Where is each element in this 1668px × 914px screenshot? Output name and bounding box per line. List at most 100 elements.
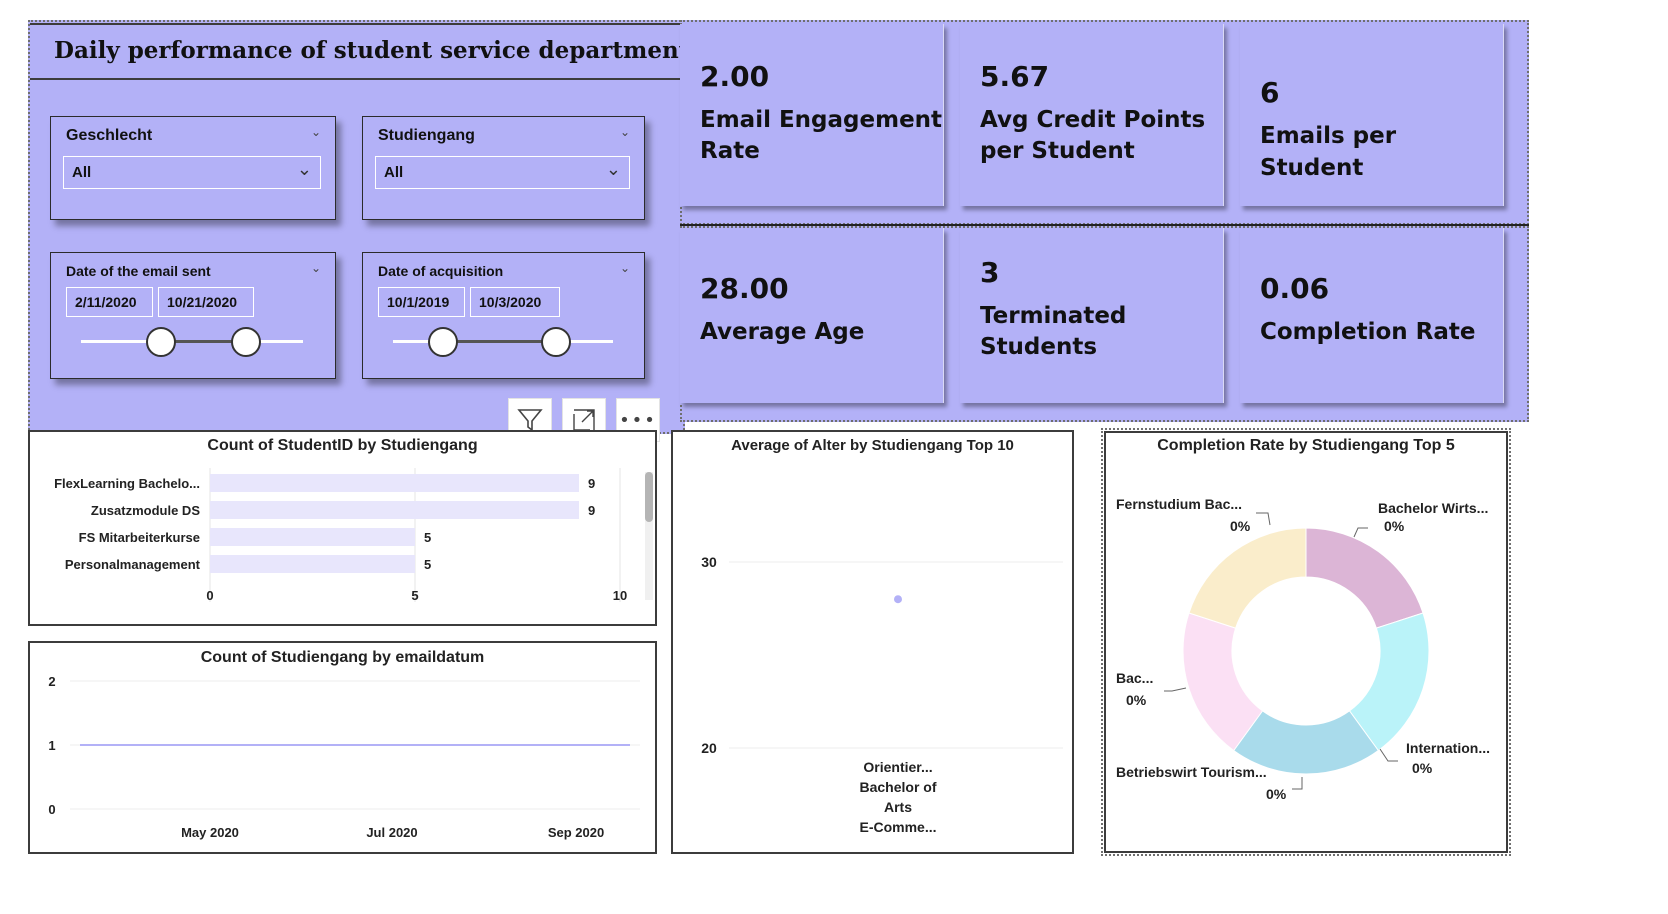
- page-title: Daily performance of student service dep…: [54, 37, 690, 64]
- donut-slice: [1188, 527, 1307, 629]
- x-tick-label: May 2020: [181, 825, 239, 840]
- slice-value-label: 0%: [1126, 692, 1147, 708]
- kpi-label: Completion Rate: [1260, 319, 1476, 345]
- x-tick-label: Arts: [884, 799, 912, 815]
- kpi-card-avg-credit: 5.67 Avg Credit Points per Student: [960, 24, 1224, 206]
- kpi-label: per Student: [980, 138, 1135, 164]
- kpi-value: 6: [1260, 76, 1280, 109]
- bar: [210, 555, 415, 573]
- chevron-down-icon: ⌄: [605, 159, 621, 180]
- acquisition-date-end-input[interactable]: 10/3/2020: [470, 287, 560, 317]
- kpi-value: 3: [980, 256, 1000, 289]
- donut-chart-panel[interactable]: Completion Rate by Studiengang Top 5 Bac…: [1104, 431, 1508, 853]
- geschlecht-dropdown[interactable]: All ⌄: [63, 156, 321, 189]
- bar-chart: 0 5 10 FlexLearning Bachelo... 9 Zusatzmodule…: [54, 468, 627, 603]
- y-tick-label: 1: [48, 738, 55, 753]
- y-tick-label: 0: [48, 802, 55, 817]
- chevron-down-icon[interactable]: ⌄: [620, 125, 630, 139]
- slicer-studiengang-label: Studiengang: [378, 127, 475, 144]
- kpi-value: 5.67: [980, 60, 1050, 93]
- y-tick-label: 20: [701, 740, 717, 756]
- data-label: 9: [588, 476, 595, 491]
- kpi-label: Terminated: [980, 303, 1127, 329]
- slicer-acquisition-date: Date of acquisition ⌄ 10/1/2019 10/3/202…: [362, 252, 645, 379]
- chevron-down-icon: ⌄: [296, 159, 312, 180]
- leader-line: [1379, 748, 1398, 762]
- chevron-down-icon[interactable]: ⌄: [311, 261, 321, 275]
- bar: [210, 528, 415, 546]
- kpi-label: Students: [980, 334, 1098, 360]
- slicer-email-date: Date of the email sent ⌄ 2/11/2020 10/21…: [50, 252, 336, 379]
- more-options-icon: •••: [619, 409, 657, 431]
- line-chart: 0 1 2 May 2020 Jul 2020 Sep 2020: [48, 674, 640, 840]
- slicer-acquisition-date-label: Date of acquisition: [378, 263, 504, 279]
- slice-label: Internation...: [1406, 740, 1490, 756]
- kpi-card-average-age: 28.00 Average Age: [680, 228, 944, 403]
- email-date-start-handle[interactable]: [146, 327, 176, 357]
- slicer-geschlecht-label: Geschlecht: [66, 127, 153, 144]
- slice-label: Fernstudium Bac...: [1116, 496, 1242, 512]
- email-date-end-input[interactable]: 10/21/2020: [158, 287, 254, 317]
- donut-chart: Bachelor Wirts... 0% Internation... 0% Betri…: [1116, 496, 1490, 802]
- kpi-label: Emails per Student: [1260, 123, 1397, 181]
- category-label: Zusatzmodule DS: [91, 503, 200, 518]
- slice-value-label: 0%: [1412, 760, 1433, 776]
- studiengang-dropdown-value: All: [384, 164, 404, 181]
- slice-value-label: 0%: [1230, 518, 1251, 534]
- page-title-bar: Daily performance of student service dep…: [30, 23, 689, 80]
- x-tick-label: 5: [411, 588, 418, 603]
- chevron-down-icon[interactable]: ⌄: [311, 125, 321, 139]
- email-date-end-handle[interactable]: [231, 327, 261, 357]
- kpi-value: 28.00: [700, 272, 789, 305]
- studiengang-dropdown[interactable]: All ⌄: [375, 156, 630, 189]
- chart-scrollbar-thumb[interactable]: [645, 472, 653, 522]
- kpi-card-completion-rate: 0.06 Completion Rate: [1240, 228, 1504, 403]
- bar: [210, 474, 579, 492]
- line-chart-panel[interactable]: Count of Studiengang by emaildatum 0 1 2 Ma…: [28, 641, 657, 854]
- kpi-card-emails-per-student: 6 Emails per Student: [1240, 24, 1504, 206]
- slice-value-label: 0%: [1266, 786, 1287, 802]
- acquisition-date-start-input[interactable]: 10/1/2019: [378, 287, 465, 317]
- scatter-chart: 20 30 Orientier... Bachelor of Arts E-Comme..…: [701, 554, 1063, 835]
- chevron-down-icon[interactable]: ⌄: [620, 261, 630, 275]
- data-label: 5: [424, 557, 431, 572]
- x-tick-label: Jul 2020: [366, 825, 417, 840]
- leader-line: [1292, 777, 1303, 790]
- x-tick-label: Orientier...: [863, 759, 932, 775]
- kpi-label: Average Age: [700, 319, 865, 345]
- email-date-start-input[interactable]: 2/11/2020: [66, 287, 153, 317]
- category-label: FlexLearning Bachelo...: [54, 476, 200, 491]
- kpi-card-email-engagement: 2.00 Email Engagement Rate: [680, 24, 944, 206]
- slice-label: Betriebswirt Tourism...: [1116, 764, 1267, 780]
- kpi-value: 0.06: [1260, 272, 1330, 305]
- x-tick-label: Bachelor of: [859, 779, 936, 795]
- slicer-geschlecht: Geschlecht ⌄ All ⌄: [50, 116, 336, 220]
- acquisition-date-end-handle[interactable]: [541, 327, 571, 357]
- scatter-chart-panel[interactable]: Average of Alter by Studiengang Top 10 2…: [671, 430, 1074, 854]
- slice-label: Bachelor Wirts...: [1378, 500, 1488, 516]
- data-point: [894, 595, 902, 604]
- x-tick-label: 10: [613, 588, 627, 603]
- kpi-label: Email Engagement: [700, 107, 943, 133]
- slice-label: Bac...: [1116, 670, 1153, 686]
- x-tick-label: Sep 2020: [548, 825, 604, 840]
- bar: [210, 501, 579, 519]
- data-label: 9: [588, 503, 595, 518]
- bar-chart-panel[interactable]: Count of StudentID by Studiengang 0 5 10 Fl…: [28, 430, 657, 626]
- slicer-email-date-label: Date of the email sent: [66, 263, 211, 279]
- chart-scrollbar[interactable]: [645, 472, 653, 600]
- slice-value-label: 0%: [1384, 518, 1405, 534]
- acquisition-date-start-handle[interactable]: [428, 327, 458, 357]
- kpi-label: Rate: [700, 138, 760, 164]
- kpi-card-terminated: 3 Terminated Students: [960, 228, 1224, 403]
- y-tick-label: 2: [48, 674, 55, 689]
- leader-line: [1164, 687, 1187, 692]
- x-tick-label: E-Comme...: [859, 819, 936, 835]
- donut-slice: [1305, 527, 1424, 629]
- kpi-value: 2.00: [700, 60, 770, 93]
- y-tick-label: 30: [701, 554, 717, 570]
- leader-line: [1353, 527, 1368, 538]
- x-tick-label: 0: [206, 588, 213, 603]
- category-label: FS Mitarbeiterkurse: [79, 530, 200, 545]
- category-label: Personalmanagement: [65, 557, 201, 572]
